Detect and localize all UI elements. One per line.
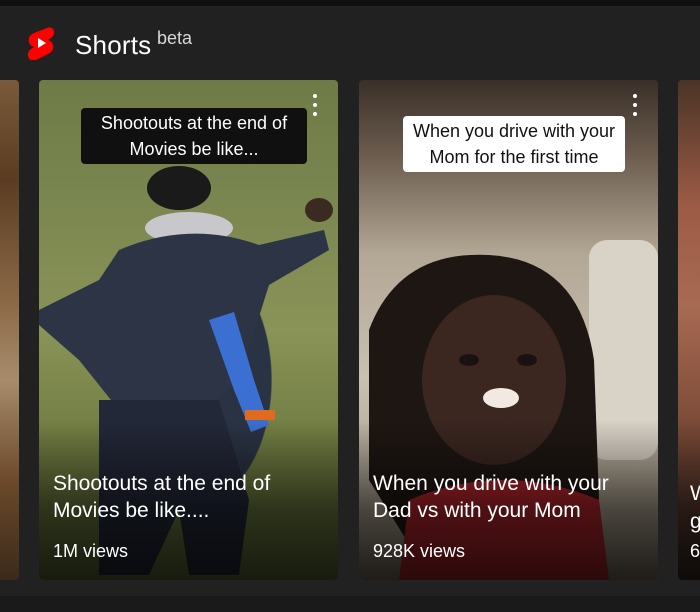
bottom-strip bbox=[0, 596, 700, 612]
short-title: Shootouts at the end of Movies be like..… bbox=[53, 472, 271, 522]
short-views: 1M views bbox=[53, 541, 129, 561]
video-overlay-caption: When you drive with your Mom for the fir… bbox=[403, 116, 625, 172]
video-overlay-caption: Shootouts at the end of Movies be like..… bbox=[81, 108, 307, 164]
short-card[interactable]: Shootouts at the end of Movies be like..… bbox=[39, 80, 338, 580]
shorts-shelf-header: Shorts beta bbox=[0, 6, 700, 72]
short-card-next-partial[interactable]: W g 6 bbox=[678, 80, 700, 580]
youtube-shorts-icon bbox=[27, 27, 55, 60]
short-views: 928K views bbox=[373, 541, 466, 561]
short-views-fragment: 6 bbox=[690, 541, 700, 561]
short-title-fragment: W bbox=[690, 482, 700, 505]
short-title: When you drive with your Dad vs with you… bbox=[373, 472, 609, 522]
more-vert-icon[interactable] bbox=[631, 94, 639, 116]
more-vert-icon[interactable] bbox=[311, 94, 319, 116]
short-title-fragment: g bbox=[690, 510, 700, 533]
shelf-title: Shorts bbox=[75, 30, 152, 60]
shorts-shelf: Shootouts at the end of Movies be like..… bbox=[0, 80, 700, 580]
short-card-previous-partial[interactable] bbox=[0, 80, 19, 580]
beta-badge: beta bbox=[157, 28, 193, 48]
short-card[interactable]: When you drive with your Mom for the fir… bbox=[359, 80, 658, 580]
